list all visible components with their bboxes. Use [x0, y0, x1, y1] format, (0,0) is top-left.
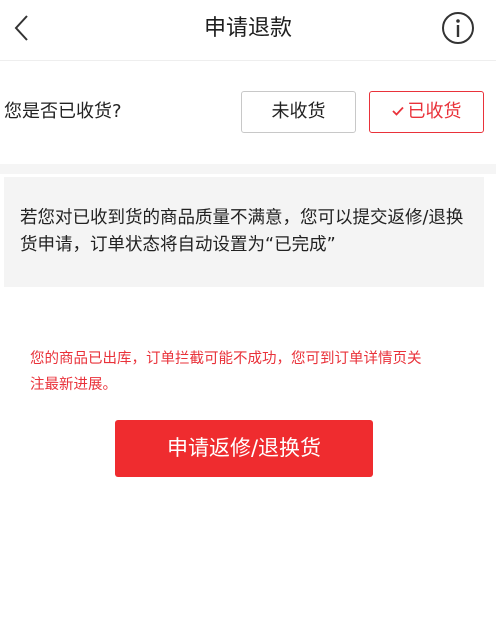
info-button[interactable]	[441, 11, 475, 45]
notice-box: 若您对已收到货的商品质量不满意，您可以提交返修/退换货申请，订单状态将自动设置为…	[4, 177, 484, 287]
page-title: 申请退款	[203, 16, 292, 41]
notice-text: 若您对已收到货的商品质量不满意，您可以提交返修/退换货申请，订单状态将自动设置为…	[20, 208, 464, 255]
refund-page: 申请退款 您是否已收货? 未收货 已收货 若您对已收到货的商品质量不满意，您可以…	[0, 0, 496, 621]
header-bar: 申请退款	[0, 0, 496, 60]
info-circle-icon	[442, 12, 474, 44]
section-divider	[0, 164, 496, 174]
apply-return-exchange-button[interactable]: 申请返修/退换货	[115, 420, 373, 477]
received-button[interactable]: 已收货	[369, 91, 484, 133]
check-icon	[391, 106, 404, 116]
not-received-button[interactable]: 未收货	[241, 91, 356, 133]
not-received-label: 未收货	[271, 101, 326, 122]
received-label: 已收货	[407, 101, 462, 122]
received-status-row: 您是否已收货? 未收货 已收货	[0, 61, 496, 164]
warning-text: 您的商品已出库，订单拦截可能不成功，您可到订单详情页关注最新进展。	[30, 351, 422, 393]
received-question: 您是否已收货?	[4, 101, 122, 122]
